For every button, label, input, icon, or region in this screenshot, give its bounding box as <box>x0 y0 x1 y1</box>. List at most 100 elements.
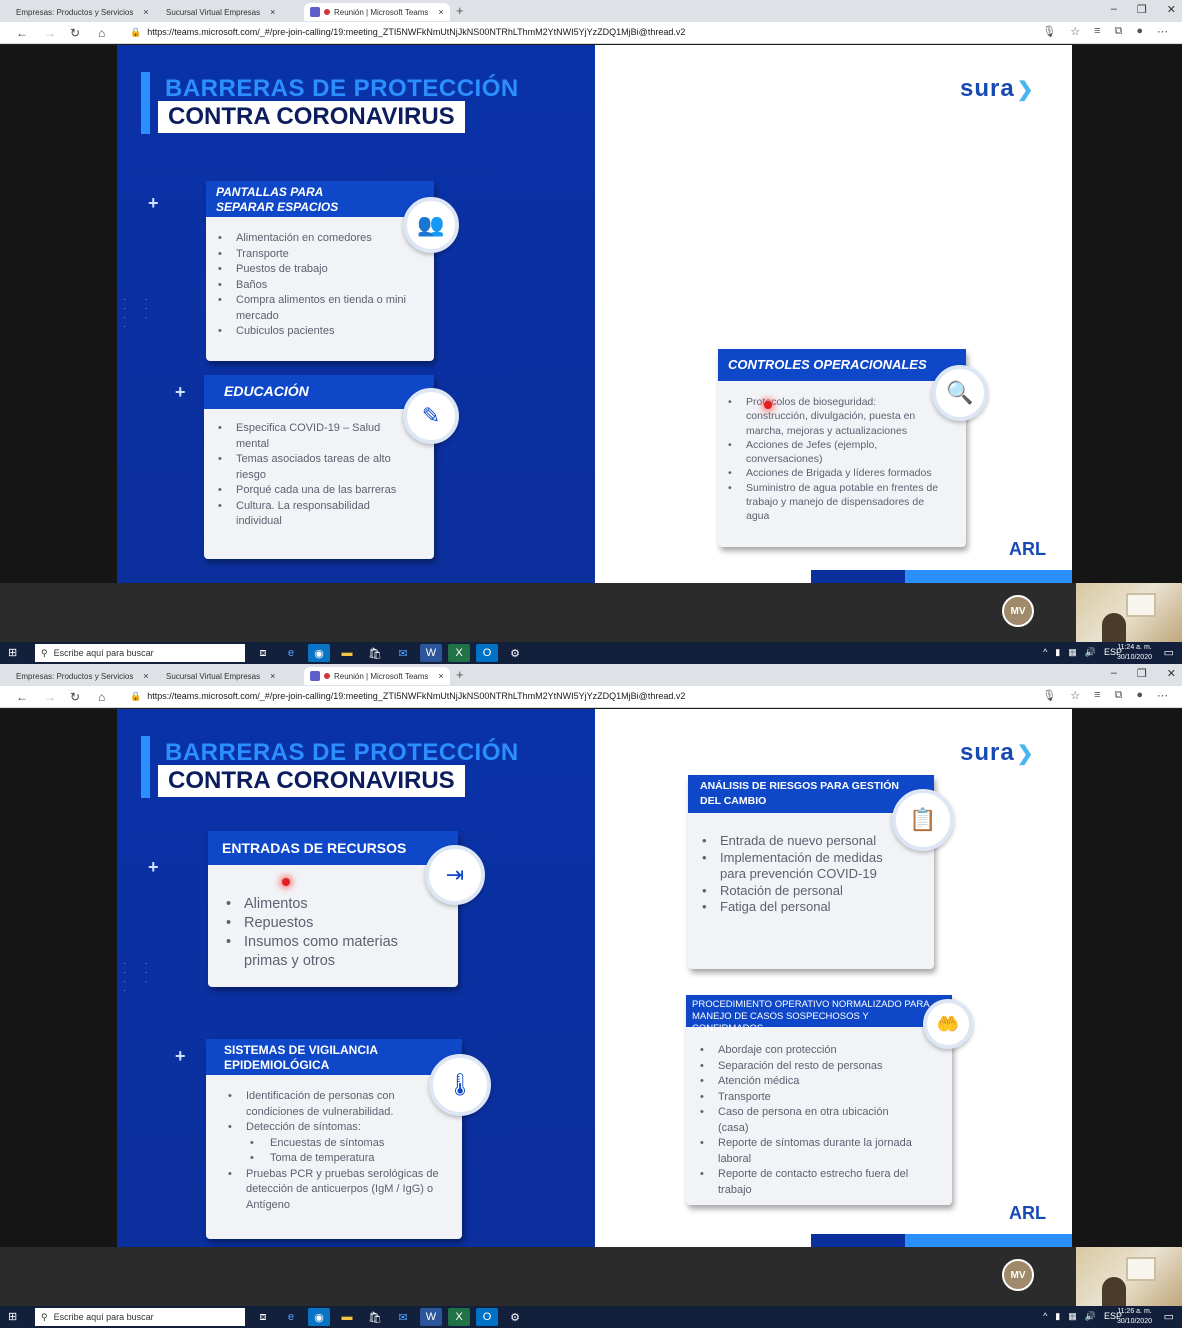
close-tab-icon[interactable]: × <box>270 671 275 681</box>
profile-icon[interactable]: ● <box>1136 689 1143 702</box>
home-icon[interactable]: ⌂ <box>98 26 105 40</box>
home-icon[interactable]: ⌂ <box>98 690 105 704</box>
more-icon[interactable]: ⋯ <box>1157 25 1168 38</box>
mic-icon[interactable]: 🎙 <box>1042 25 1056 38</box>
tray-app-icon[interactable]: ▮ <box>1055 1311 1060 1322</box>
settings-gear-icon[interactable]: ⚙ <box>504 644 526 662</box>
edge-icon[interactable]: ◉ <box>308 644 330 662</box>
forward-icon[interactable]: → <box>44 690 56 704</box>
card-title: PROCEDIMIENTO OPERATIVO NORMALIZADO PARA… <box>686 995 952 1034</box>
file-explorer-icon[interactable]: ▬ <box>336 644 358 662</box>
word-icon[interactable]: W <box>420 644 442 662</box>
notification-icon[interactable]: ▭ <box>1164 646 1174 659</box>
browser-tab[interactable]: Empresas: Productos y Servicios × <box>10 667 156 685</box>
tray-app-icon[interactable]: ▮ <box>1055 647 1060 658</box>
network-icon[interactable]: ▦ <box>1068 647 1077 658</box>
arl-label: ARL <box>1009 539 1046 559</box>
close-tab-icon[interactable]: × <box>270 7 275 17</box>
close-tab-icon[interactable]: × <box>438 7 443 17</box>
edge-icon[interactable]: ◉ <box>308 1308 330 1326</box>
browser-tab[interactable]: Sucursal Virtual Empresas × <box>160 3 302 21</box>
taskbar-clock[interactable]: 11:26 a. m. 30/10/2020 <box>1117 1307 1152 1327</box>
outlook-icon[interactable]: O <box>476 1308 498 1326</box>
settings-gear-icon[interactable]: ⚙ <box>504 1308 526 1326</box>
pencil-icon: ✎ <box>403 388 459 444</box>
forward-icon[interactable]: → <box>44 26 56 40</box>
meeting-strip: MV <box>0 1247 1182 1306</box>
file-explorer-icon[interactable]: ▬ <box>336 1308 358 1326</box>
taskbar-search[interactable]: ⚲ Escribe aquí para buscar <box>35 1308 245 1326</box>
avatar[interactable]: MV <box>1002 595 1034 627</box>
favorites-icon[interactable]: ≡ <box>1094 25 1100 38</box>
volume-icon[interactable]: 🔊 <box>1085 647 1096 658</box>
ie-icon[interactable]: e <box>280 1308 302 1326</box>
mic-icon[interactable]: 🎙 <box>1042 689 1056 702</box>
taskbar-clock[interactable]: 11:24 a. m. 30/10/2020 <box>1117 643 1152 663</box>
close-tab-icon[interactable]: × <box>143 7 148 17</box>
more-icon[interactable]: ⋯ <box>1157 689 1168 702</box>
favorites-icon[interactable]: ≡ <box>1094 689 1100 702</box>
list-item: Reporte de síntomas durante la jornada l… <box>698 1136 918 1167</box>
card-list: Alimentos Repuestos Insumos como materia… <box>224 895 424 971</box>
new-tab-icon[interactable]: + <box>456 667 464 682</box>
list-item: Acciones de Jefes (ejemplo, conversacion… <box>726 438 940 467</box>
collections-icon[interactable]: ⧉ <box>1114 25 1122 38</box>
address-field[interactable]: 🔒 https://teams.microsoft.com/_#/pre-join… <box>130 27 685 38</box>
close-window-icon[interactable]: ✕ <box>1167 3 1176 16</box>
excel-icon[interactable]: X <box>448 644 470 662</box>
browser-tab-active[interactable]: Reunión | Microsoft Teams × <box>304 3 450 21</box>
excel-icon[interactable]: X <box>448 1308 470 1326</box>
task-view-icon[interactable]: ⧈ <box>252 644 274 662</box>
minimize-icon[interactable]: – <box>1111 3 1117 16</box>
refresh-icon[interactable]: ↻ <box>70 26 80 40</box>
volume-icon[interactable]: 🔊 <box>1085 1311 1096 1322</box>
mail-icon[interactable]: ✉ <box>392 644 414 662</box>
close-tab-icon[interactable]: × <box>438 671 443 681</box>
tray-chevron-icon[interactable]: ^ <box>1043 647 1047 658</box>
minimize-icon[interactable]: – <box>1111 667 1117 680</box>
back-icon[interactable]: ← <box>16 690 28 704</box>
word-icon[interactable]: W <box>420 1308 442 1326</box>
camera-thumbnail[interactable] <box>1076 1247 1182 1306</box>
laser-pointer <box>282 878 290 886</box>
list-item: Identificación de personas con condicion… <box>226 1089 448 1120</box>
new-tab-icon[interactable]: + <box>456 3 464 18</box>
store-icon[interactable]: 🛍 <box>364 1308 386 1326</box>
close-window-icon[interactable]: ✕ <box>1167 667 1176 680</box>
restore-icon[interactable]: ❐ <box>1137 3 1147 16</box>
collections-icon[interactable]: ⧉ <box>1114 689 1122 702</box>
task-view-icon[interactable]: ⧈ <box>252 1308 274 1326</box>
store-icon[interactable]: 🛍 <box>364 644 386 662</box>
network-icon[interactable]: ▦ <box>1068 1311 1077 1322</box>
favorite-star-icon[interactable]: ☆ <box>1070 25 1080 38</box>
profile-icon[interactable]: ● <box>1136 25 1143 38</box>
address-field[interactable]: 🔒 https://teams.microsoft.com/_#/pre-join… <box>130 691 685 702</box>
windows-start-icon[interactable]: ⊞ <box>8 646 17 659</box>
restore-icon[interactable]: ❐ <box>1137 667 1147 680</box>
browser-tab[interactable]: Empresas: Productos y Servicios × <box>10 3 156 21</box>
close-tab-icon[interactable]: × <box>143 671 148 681</box>
list-item: Baños <box>216 278 426 294</box>
card-educacion: EDUCACIÓN Especifica COVID-19 – Salud me… <box>204 375 434 559</box>
list-item: Reporte de contacto estrecho fuera del t… <box>698 1167 918 1198</box>
outlook-icon[interactable]: O <box>476 644 498 662</box>
mail-icon[interactable]: ✉ <box>392 1308 414 1326</box>
card-pantallas: PANTALLAS PARA SEPARAR ESPACIOS Alimenta… <box>206 181 434 361</box>
back-icon[interactable]: ← <box>16 26 28 40</box>
taskbar-search[interactable]: ⚲ Escribe aquí para buscar <box>35 644 245 662</box>
avatar[interactable]: MV <box>1002 1259 1034 1291</box>
favorite-star-icon[interactable]: ☆ <box>1070 689 1080 702</box>
notification-icon[interactable]: ▭ <box>1164 1310 1174 1323</box>
card-entradas: ENTRADAS DE RECURSOS Alimentos Repuestos… <box>208 831 458 987</box>
browser-tab[interactable]: Sucursal Virtual Empresas × <box>160 667 302 685</box>
windows-start-icon[interactable]: ⊞ <box>8 1310 17 1323</box>
ie-icon[interactable]: e <box>280 644 302 662</box>
sura-logo: sura ❯ <box>960 739 1035 766</box>
list-item: Cubiculos pacientes <box>216 324 426 340</box>
card-controles: CONTROLES OPERACIONALES Protocolos de bi… <box>718 349 966 547</box>
tray-chevron-icon[interactable]: ^ <box>1043 1311 1047 1322</box>
refresh-icon[interactable]: ↻ <box>70 690 80 704</box>
laser-pointer <box>764 401 772 409</box>
camera-thumbnail[interactable] <box>1076 583 1182 642</box>
browser-tab-active[interactable]: Reunión | Microsoft Teams × <box>304 667 450 685</box>
